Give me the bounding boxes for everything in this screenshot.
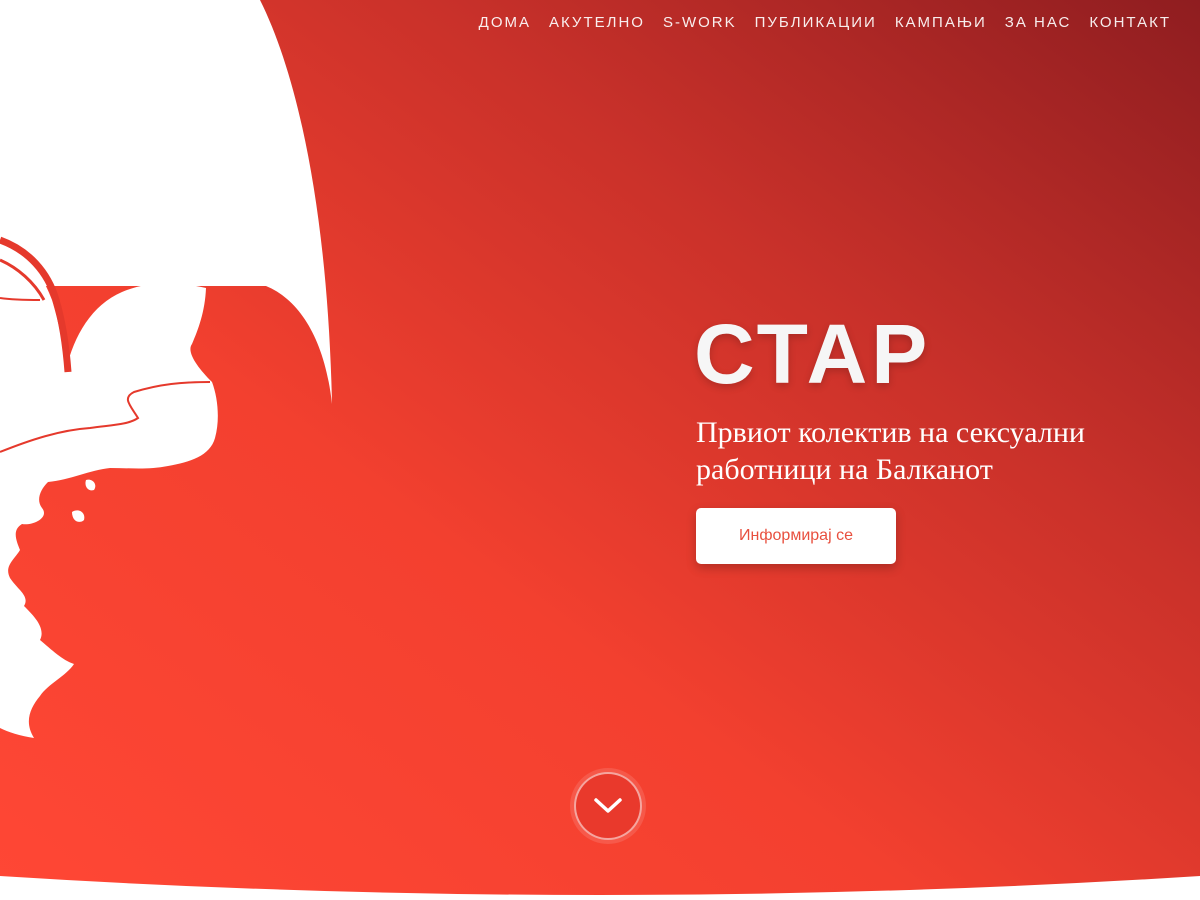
nav-item-publications: ПУБЛИКАЦИИ xyxy=(746,14,886,31)
nav-item-about: ЗА НАС xyxy=(996,14,1081,31)
nav-link-about[interactable]: ЗА НАС xyxy=(996,14,1081,31)
hero-tagline: Првиот колектив на сексуални работници н… xyxy=(696,416,1085,486)
nav-link-news[interactable]: АКУТЕЛНО xyxy=(540,14,654,31)
nav-link-publications[interactable]: ПУБЛИКАЦИИ xyxy=(746,14,886,31)
brand-title: СТАР xyxy=(694,307,932,401)
nav-list: ДОМА АКУТЕЛНО S-WORK ПУБЛИКАЦИИ КАМПАЊИ … xyxy=(470,14,1180,31)
hero-section: ДОМА АКУТЕЛНО S-WORK ПУБЛИКАЦИИ КАМПАЊИ … xyxy=(0,0,1200,900)
nav-link-home[interactable]: ДОМА xyxy=(470,14,540,31)
nav-item-contact: КОНТАКТ xyxy=(1080,14,1180,31)
nav-item-campaigns: КАМПАЊИ xyxy=(886,14,996,31)
nav-link-s-work[interactable]: S-WORK xyxy=(654,14,746,31)
nav-item-news: АКУТЕЛНО xyxy=(540,14,654,31)
chevron-down-icon xyxy=(594,798,622,813)
nav-link-contact[interactable]: КОНТАКТ xyxy=(1080,14,1180,31)
nav-item-s-work: S-WORK xyxy=(654,14,746,31)
scroll-down-button[interactable] xyxy=(574,772,642,840)
nav-item-home: ДОМА xyxy=(470,14,540,31)
learn-more-button[interactable]: Информирај се xyxy=(696,508,896,564)
nav-link-campaigns[interactable]: КАМПАЊИ xyxy=(886,14,996,31)
